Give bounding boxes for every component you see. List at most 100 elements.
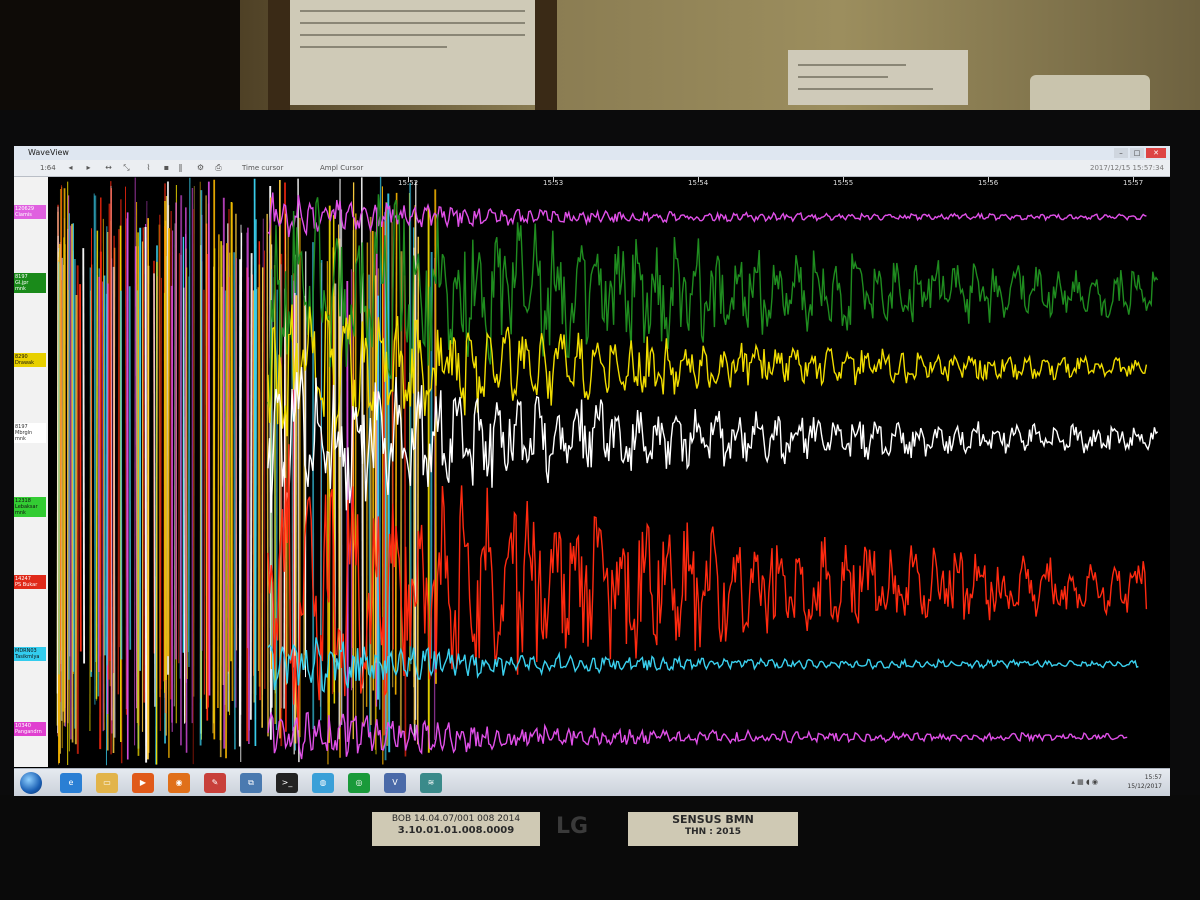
saturated-trace-line xyxy=(409,183,412,665)
settings-icon[interactable]: ⚙ xyxy=(196,163,205,172)
arrow-right-icon[interactable]: ▸ xyxy=(84,163,93,172)
vnc-icon[interactable]: V xyxy=(384,773,406,793)
saturated-trace-line xyxy=(146,265,150,760)
channel-label[interactable]: MDRN03 Tasikmlya xyxy=(14,647,46,661)
saturated-trace-line xyxy=(403,275,407,757)
saturated-trace-line xyxy=(93,193,96,705)
saturated-trace-line xyxy=(231,202,234,702)
saturated-trace-line xyxy=(167,228,171,657)
saturated-trace-line xyxy=(254,289,258,696)
poster-frame-left xyxy=(268,0,290,110)
firefox-icon[interactable]: ◉ xyxy=(168,773,190,793)
globe-icon[interactable]: ◍ xyxy=(312,773,334,793)
pause-icon[interactable]: ‖ xyxy=(176,163,185,172)
saturated-trace-line xyxy=(261,267,264,728)
wall-poster xyxy=(290,0,535,105)
saturated-trace-line xyxy=(368,274,371,739)
trace-magenta xyxy=(267,711,1128,760)
saturated-trace-line xyxy=(142,227,145,703)
saturated-trace-line xyxy=(74,294,78,745)
maximize-button[interactable]: □ xyxy=(1130,148,1144,158)
folder-icon[interactable]: ▭ xyxy=(96,773,118,793)
media-player-icon[interactable]: ▶ xyxy=(132,773,154,793)
saturated-trace-line xyxy=(107,203,111,680)
saturated-trace-line xyxy=(99,251,102,750)
zoom-value[interactable]: 1:64 xyxy=(40,160,56,176)
start-button[interactable] xyxy=(20,772,42,794)
saturated-trace-line xyxy=(164,200,167,681)
saturated-trace-line xyxy=(217,234,220,708)
saturated-trace-line xyxy=(183,287,186,724)
saturated-trace-line xyxy=(225,243,228,759)
asset-sticker-left: BOB 14.04.07/001 008 2014 3.10.01.01.008… xyxy=(372,812,540,846)
asset-sticker-line1: BOB 14.04.07/001 008 2014 xyxy=(391,814,521,824)
tray-clock[interactable]: 15:57 15/12/2017 xyxy=(1127,773,1162,791)
window-controls: – □ ✕ xyxy=(1114,148,1166,158)
terminal-icon[interactable]: >_ xyxy=(276,773,298,793)
saturated-trace-line xyxy=(212,266,215,734)
arrow-lr-icon[interactable]: ↔ xyxy=(104,163,113,172)
minimize-button[interactable]: – xyxy=(1114,148,1128,158)
saturated-trace-line xyxy=(394,192,398,695)
paint-icon[interactable]: ✎ xyxy=(204,773,226,793)
saturated-trace-line xyxy=(326,261,329,765)
toolbar: 1:64 ◂ ▸ ↔ ⤡ ⌇ ▪ ‖ ⚙ ⎙ Time cursor Ampl … xyxy=(14,160,1170,177)
eye-icon[interactable]: ◎ xyxy=(348,773,370,793)
clock-date: 15/12/2017 xyxy=(1127,783,1162,790)
toolbar-datetime: 2017/12/15 15:57:34 xyxy=(1089,164,1164,172)
ie-icon[interactable]: e xyxy=(60,773,82,793)
filter-icon[interactable]: ⌇ xyxy=(144,163,153,172)
saturated-trace-line xyxy=(233,252,236,750)
asset-sticker-right: SENSUS BMN THN : 2015 xyxy=(628,812,798,846)
seismogram-plot[interactable]: 15:52 15:53 15:54 15:55 15:56 15:57 xyxy=(48,177,1170,767)
chart-icon[interactable]: ≋ xyxy=(420,773,442,793)
asset-sticker-right-line1: SENSUS BMN xyxy=(672,813,754,826)
close-button[interactable]: ✕ xyxy=(1146,148,1166,158)
channel-name-suffix: mnk xyxy=(15,510,26,516)
power-socket xyxy=(1030,75,1150,115)
monitor-bezel-bottom xyxy=(0,795,1200,900)
window-title: WaveView xyxy=(28,148,69,157)
saturated-trace-line xyxy=(79,284,82,652)
saturated-trace-line xyxy=(178,253,181,664)
tray-icons[interactable]: ▴ ▦ ◖ ◉ xyxy=(1071,778,1098,786)
asset-sticker-right-line2: THN : 2015 xyxy=(684,827,742,837)
monitor-screen: WaveView – □ ✕ 1:64 ◂ ▸ ↔ ⤡ ⌇ ▪ ‖ ⚙ ⎙ Ti… xyxy=(14,146,1170,796)
print-icon[interactable]: ⎙ xyxy=(214,163,223,172)
saturated-trace-line xyxy=(275,289,278,730)
channel-name: PS Bukar xyxy=(15,582,38,588)
channel-name-suffix: mnk xyxy=(15,286,26,292)
channel-label[interactable]: 8197 Gl.jpr mnk xyxy=(14,273,46,293)
channel-label[interactable]: 120629 Ciamis xyxy=(14,205,46,219)
channel-name: Tasikmlya xyxy=(15,654,40,660)
channel-label[interactable]: 8290 Drawak xyxy=(14,353,46,367)
channel-label[interactable]: 12318 Lebaksar mnk xyxy=(14,497,46,517)
saturated-trace-line xyxy=(71,223,74,743)
trace-red xyxy=(267,444,1148,731)
saturated-trace-line xyxy=(266,213,269,737)
saturated-trace-line xyxy=(82,248,86,664)
channel-name: Ciamis xyxy=(15,212,32,218)
stop-icon[interactable]: ▪ xyxy=(162,163,171,172)
saturated-trace-line xyxy=(416,236,420,745)
window-titlebar[interactable]: WaveView – □ ✕ xyxy=(14,146,1170,160)
arrow-left-icon[interactable]: ◂ xyxy=(66,163,75,172)
saturated-trace-line xyxy=(249,253,253,720)
saturated-trace-line xyxy=(153,273,156,707)
saturated-trace-line xyxy=(171,230,174,732)
waveform-canvas xyxy=(56,177,1159,766)
network-icon[interactable]: ⧉ xyxy=(240,773,262,793)
monitor-brand-logo: LG xyxy=(556,814,589,839)
channel-label[interactable]: 8197 Mbrgln mnk xyxy=(14,423,46,443)
time-cursor-label[interactable]: Time cursor xyxy=(242,160,283,176)
saturated-trace-line xyxy=(352,230,355,688)
saturated-trace-line xyxy=(192,209,195,765)
saturated-trace-line xyxy=(207,181,211,696)
saturated-trace-line xyxy=(227,277,230,672)
ampl-cursor-label[interactable]: Ampl Cursor xyxy=(320,160,363,176)
saturated-trace-line xyxy=(144,227,148,763)
saturated-trace-line xyxy=(188,177,191,668)
channel-label[interactable]: 14247 PS Bukar xyxy=(14,575,46,589)
shrink-icon[interactable]: ⤡ xyxy=(122,163,131,172)
channel-label[interactable]: 10340 Pangandrn xyxy=(14,722,46,736)
